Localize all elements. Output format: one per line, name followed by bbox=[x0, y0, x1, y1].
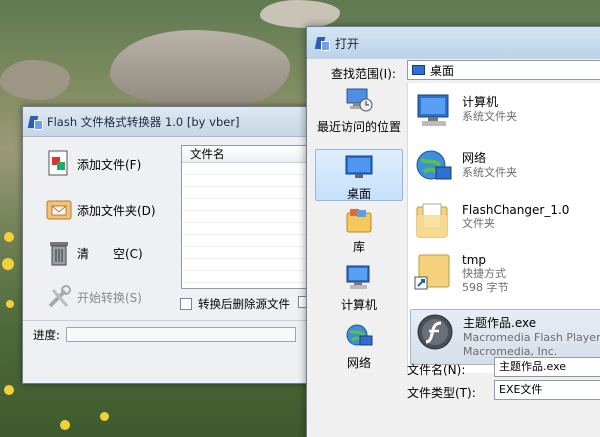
file-item-network[interactable]: 网络 系统文件夹 bbox=[410, 145, 600, 195]
desktop-small-icon bbox=[412, 65, 425, 75]
flash-player-icon bbox=[415, 312, 455, 352]
background-rock bbox=[110, 30, 290, 110]
filetype-label: 文件类型(T): bbox=[407, 386, 476, 400]
background-flower bbox=[100, 412, 109, 421]
background-flower bbox=[2, 258, 14, 270]
look-in-combo[interactable]: 桌面 bbox=[407, 60, 600, 80]
checkbox-box[interactable] bbox=[180, 298, 192, 310]
folder-icon bbox=[414, 201, 454, 241]
background-flower bbox=[4, 232, 14, 242]
list-row bbox=[182, 211, 308, 223]
trash-icon bbox=[45, 238, 73, 268]
add-folder-icon bbox=[45, 195, 73, 225]
file-item-flashchanger[interactable]: FlashChanger_1.0 文件夹 bbox=[410, 199, 600, 249]
background-rock bbox=[260, 0, 340, 28]
delete-source-checkbox[interactable]: 转换后删除源文件 bbox=[180, 296, 290, 312]
list-row bbox=[182, 271, 308, 283]
list-row bbox=[182, 199, 308, 211]
tools-icon bbox=[45, 282, 73, 312]
list-row bbox=[182, 259, 308, 271]
list-row bbox=[182, 247, 308, 259]
recent-places-icon bbox=[344, 85, 374, 115]
place-library[interactable]: 库 bbox=[315, 205, 403, 255]
converter-title: Flash 文件格式转换器 1.0 [by vber] bbox=[47, 114, 240, 129]
background-rock bbox=[0, 60, 70, 100]
filename-label: 文件名(N): bbox=[407, 363, 466, 377]
library-icon bbox=[344, 207, 374, 235]
list-row bbox=[182, 175, 308, 187]
background-flower bbox=[4, 385, 14, 395]
app-icon bbox=[28, 115, 43, 130]
dialog-app-icon bbox=[315, 36, 330, 51]
progress-row: 进度: bbox=[23, 320, 321, 348]
place-computer[interactable]: 计算机 bbox=[315, 261, 403, 313]
open-dialog: 打开 查找范围(I): 桌面 最近访问的位置 桌面 库 计算机 网络 计算机 系… bbox=[306, 26, 600, 437]
progress-label: 进度: bbox=[33, 327, 60, 342]
converter-title-bar[interactable]: Flash 文件格式转换器 1.0 [by vber] bbox=[23, 107, 321, 137]
places-bar: 最近访问的位置 桌面 库 计算机 网络 bbox=[315, 83, 403, 373]
add-file-button[interactable]: 添加文件(F) bbox=[45, 147, 141, 181]
file-list[interactable]: 文件名 bbox=[181, 145, 309, 289]
progress-bar bbox=[65, 327, 296, 342]
dialog-title: 打开 bbox=[335, 36, 360, 51]
file-item-computer[interactable]: 计算机 系统文件夹 bbox=[410, 89, 600, 139]
list-row bbox=[182, 235, 308, 247]
background-flower bbox=[6, 300, 14, 308]
place-recent[interactable]: 最近访问的位置 bbox=[315, 85, 403, 147]
shortcut-folder-icon bbox=[414, 251, 454, 291]
computer-icon bbox=[344, 263, 374, 293]
start-convert-button[interactable]: 开始转换(S) bbox=[45, 280, 142, 314]
flash-converter-window: Flash 文件格式转换器 1.0 [by vber] 添加文件(F) 添加文件… bbox=[22, 106, 322, 384]
list-row bbox=[182, 163, 308, 175]
dialog-title-bar[interactable]: 打开 bbox=[307, 27, 600, 59]
list-row bbox=[182, 187, 308, 199]
file-name-column-header[interactable]: 文件名 bbox=[182, 146, 308, 163]
background-flower bbox=[60, 420, 70, 430]
place-desktop[interactable]: 桌面 bbox=[315, 149, 403, 201]
add-file-icon bbox=[45, 149, 73, 179]
file-list-view: 计算机 系统文件夹 网络 系统文件夹 FlashChanger_1.0 文件夹 bbox=[407, 83, 600, 373]
add-folder-button[interactable]: 添加文件夹(D) bbox=[45, 193, 156, 227]
desktop-icon bbox=[344, 154, 374, 182]
file-item-tmp[interactable]: tmp 快捷方式 598 字节 bbox=[410, 249, 600, 307]
computer-icon bbox=[414, 91, 454, 131]
place-network[interactable]: 网络 bbox=[315, 319, 403, 371]
filename-input[interactable]: 主题作品.exe bbox=[494, 357, 600, 377]
network-icon bbox=[414, 147, 454, 187]
list-row bbox=[182, 223, 308, 235]
filetype-select[interactable]: EXE文件 bbox=[494, 380, 600, 400]
network-icon bbox=[344, 321, 374, 351]
look-in-label: 查找范围(I): bbox=[331, 67, 396, 81]
clear-button[interactable]: 清 空(C) bbox=[45, 236, 143, 270]
